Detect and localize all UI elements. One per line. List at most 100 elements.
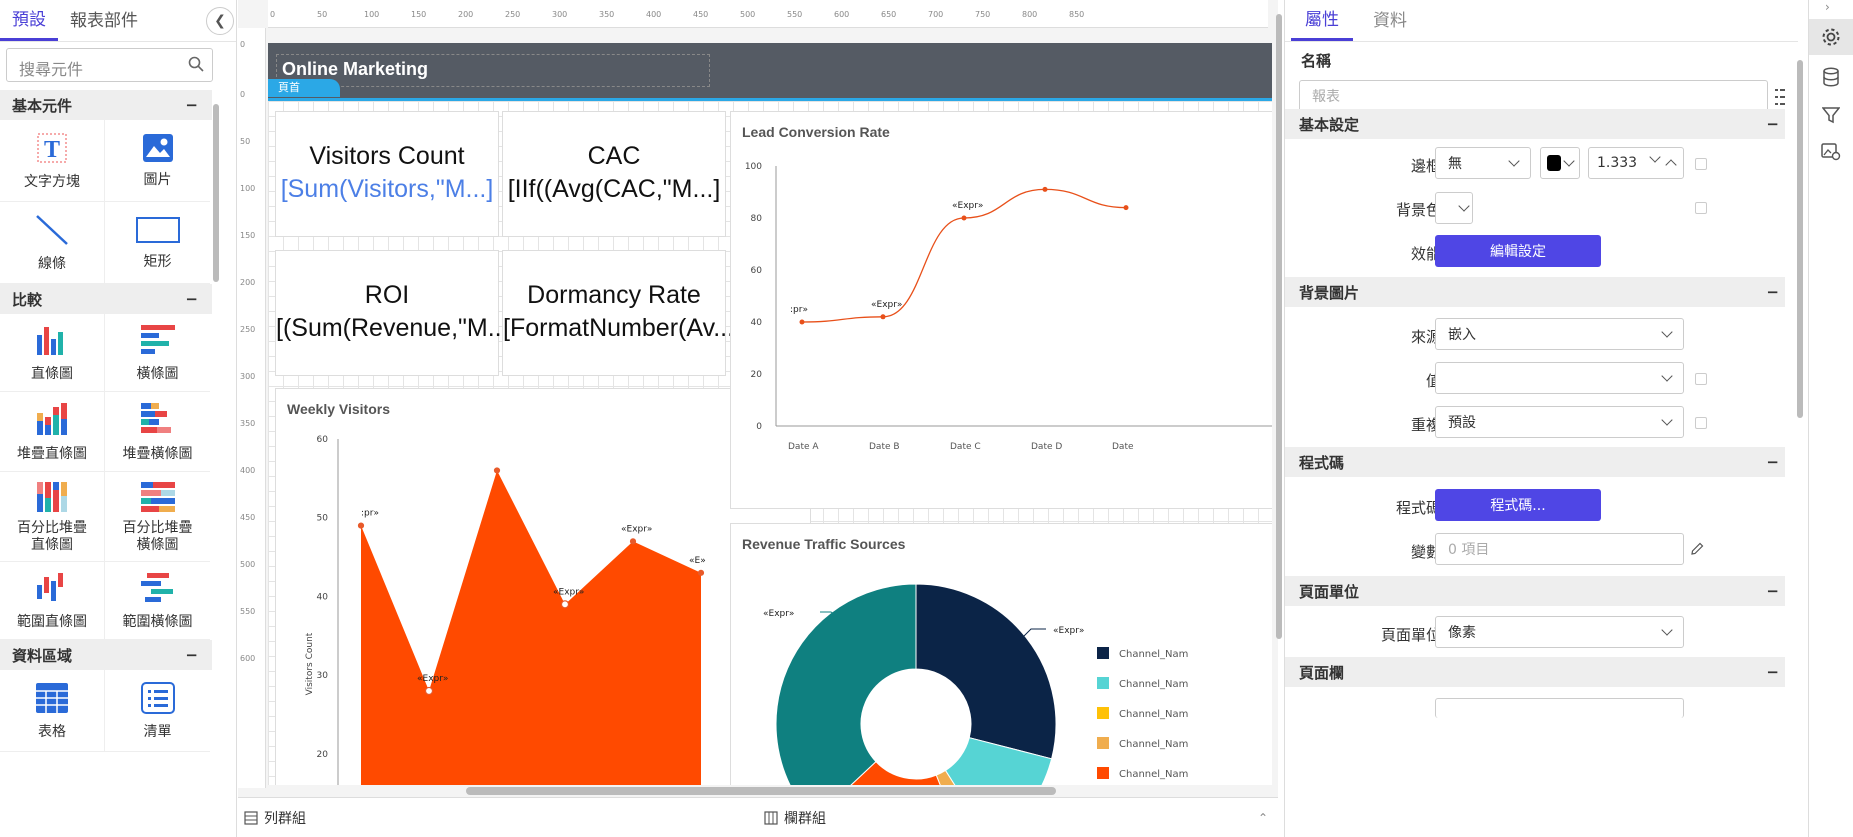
tool-line[interactable]: 線條 [0,202,105,284]
tool-label: 清單 [143,723,172,740]
page-margin-input[interactable] [1435,698,1684,718]
collapse-icon[interactable]: − [1766,283,1779,301]
y-tick-label: 40 [751,318,763,328]
legend-label: Channel_Nam [1119,709,1188,720]
code-button[interactable]: 程式碼... [1435,489,1601,521]
expand-bar-icon[interactable]: ⌃ [1258,811,1268,825]
image-settings-icon [1821,143,1841,161]
side-icon-bar: › [1808,0,1853,837]
pencil-icon[interactable] [1690,542,1704,556]
section-basic[interactable]: 基本元件 − [0,90,212,120]
area-series [361,470,701,785]
border-style-select[interactable]: 無 [1435,147,1531,179]
page-unit-select[interactable]: 像素 [1435,616,1684,648]
kpi-title: CAC [587,142,641,170]
repeat-select[interactable]: 預設 [1435,406,1684,438]
lead-conversion-chart[interactable]: Lead Conversion Rate 0 20 40 60 80 100 Date AD… [730,111,1272,509]
collapse-panel-button[interactable]: ❮ [206,7,234,35]
kpi-cac[interactable]: CAC [IIf((Avg(CAC,"M...] [502,111,726,237]
chevron-right-icon[interactable]: › [1825,0,1830,14]
tool-percent-column[interactable]: 百分比堆疊 直條圖 [0,472,105,562]
collapse-icon[interactable]: − [185,646,198,664]
border-color-picker[interactable] [1540,147,1580,179]
tool-range-bar[interactable]: 範圍橫條圖 [105,562,210,640]
tool-stacked-column[interactable]: 堆疊直條圖 [0,392,105,472]
tool-stacked-bar[interactable]: 堆疊橫條圖 [105,392,210,472]
chevron-down-icon [1563,155,1575,167]
list-view-icon[interactable] [1775,88,1785,110]
collapse-icon[interactable]: − [1766,115,1779,133]
collapse-icon[interactable]: − [1766,663,1779,681]
canvas-vertical-scrollbar[interactable] [1276,14,1282,639]
repeat-checkbox[interactable] [1695,417,1707,429]
y-tick-label: 50 [317,514,329,524]
section-basic-settings[interactable]: 基本設定 − [1285,109,1785,139]
collapse-icon[interactable]: − [185,290,198,308]
tool-textbox[interactable]: T 文字方塊 [0,120,105,202]
data-label: «Expr» [621,524,652,534]
kpi-roi[interactable]: ROI [(Sum(Revenue,"M...] [275,250,516,376]
tool-column-chart[interactable]: 直條圖 [0,314,105,392]
section-data-region[interactable]: 資料區域 − [0,640,212,670]
canvas-horizontal-scrollbar[interactable] [466,787,1056,795]
bg-color-picker[interactable] [1435,192,1473,224]
kpi-dormancy-rate[interactable]: Dormancy Rate [FormatNumber(Av...] [502,250,741,376]
settings-tab[interactable] [1809,19,1853,55]
section-compare[interactable]: 比較 − [0,284,212,314]
tool-range-column[interactable]: 範圍直條圖 [0,562,105,640]
tab-data[interactable]: 資料 [1359,6,1421,41]
collapse-icon[interactable]: − [1766,453,1779,471]
ruler-vertical: 0 0 50 100 150 200 250 300 350 400 450 500 550 600 [238,28,266,788]
tool-table[interactable]: 表格 [0,670,105,752]
report-page[interactable]: Online Marketing 頁首 Visitors Count [Sum(… [268,43,1272,785]
filter-tab[interactable] [1809,97,1853,133]
legend-label: Channel_Nam [1119,679,1188,690]
tool-rectangle[interactable]: 矩形 [105,202,210,284]
report-title[interactable]: Online Marketing [282,59,428,80]
toolbox-scrollbar[interactable] [213,104,219,282]
column-groups-button[interactable]: 欄群組 [764,808,826,828]
section-code[interactable]: 程式碼 − [1285,447,1785,477]
tool-list[interactable]: 清單 [105,670,210,752]
border-checkbox[interactable] [1695,158,1707,170]
variables-input[interactable]: 0 項目 [1435,533,1684,565]
chevron-up-icon[interactable] [1665,159,1677,171]
section-title: 程式碼 [1299,453,1345,472]
image-settings-tab[interactable] [1809,134,1853,170]
name-input[interactable]: 報表 [1299,80,1768,112]
rectangle-icon [135,216,180,243]
tool-label: 百分比堆疊 直條圖 [17,519,87,553]
tab-default[interactable]: 預設 [0,5,58,41]
ruler-tick-label: 150 [411,10,427,19]
value-checkbox[interactable] [1695,373,1707,385]
section-background-image[interactable]: 背景圖片 − [1285,277,1785,307]
border-width-stepper[interactable]: 1.333 [1588,147,1684,179]
value-select[interactable] [1435,362,1684,394]
kpi-visitors-count[interactable]: Visitors Count [Sum(Visitors,"M...] [275,111,499,237]
data-source-tab[interactable] [1809,59,1853,95]
y-tick-label: 40 [317,592,329,602]
database-icon [1823,67,1839,87]
tab-report-parts[interactable]: 報表部件 [58,6,150,41]
section-page-margin[interactable]: 頁面欄 − [1285,657,1785,687]
properties-scrollbar[interactable] [1797,60,1803,418]
tool-percent-bar[interactable]: 百分比堆疊 橫條圖 [105,472,210,562]
tab-properties[interactable]: 屬性 [1291,5,1353,41]
tool-bar-chart[interactable]: 橫條圖 [105,314,210,392]
page-header[interactable]: Online Marketing 頁首 [268,43,1272,98]
edit-settings-button[interactable]: 編輯設定 [1435,235,1601,267]
bg-color-checkbox[interactable] [1695,202,1707,214]
source-select[interactable]: 嵌入 [1435,318,1684,350]
tool-image[interactable]: 圖片 [105,120,210,202]
chevron-down-icon[interactable] [1649,151,1661,163]
ruler-tick-label: 550 [240,607,256,616]
chevron-left-icon: ❮ [214,13,226,29]
revenue-traffic-chart[interactable]: Revenue Traffic Sources «Expr» «Expr» Chan… [730,523,1272,785]
collapse-icon[interactable]: − [185,96,198,114]
collapse-icon[interactable]: − [1766,582,1779,600]
search-input[interactable]: 搜尋元件 [6,48,213,82]
section-page-unit[interactable]: 頁面單位 − [1285,576,1785,606]
row-groups-button[interactable]: 列群組 [244,808,306,828]
toolbox-tabs: 預設 報表部件 ❮ [0,0,236,42]
line-icon [36,214,68,245]
